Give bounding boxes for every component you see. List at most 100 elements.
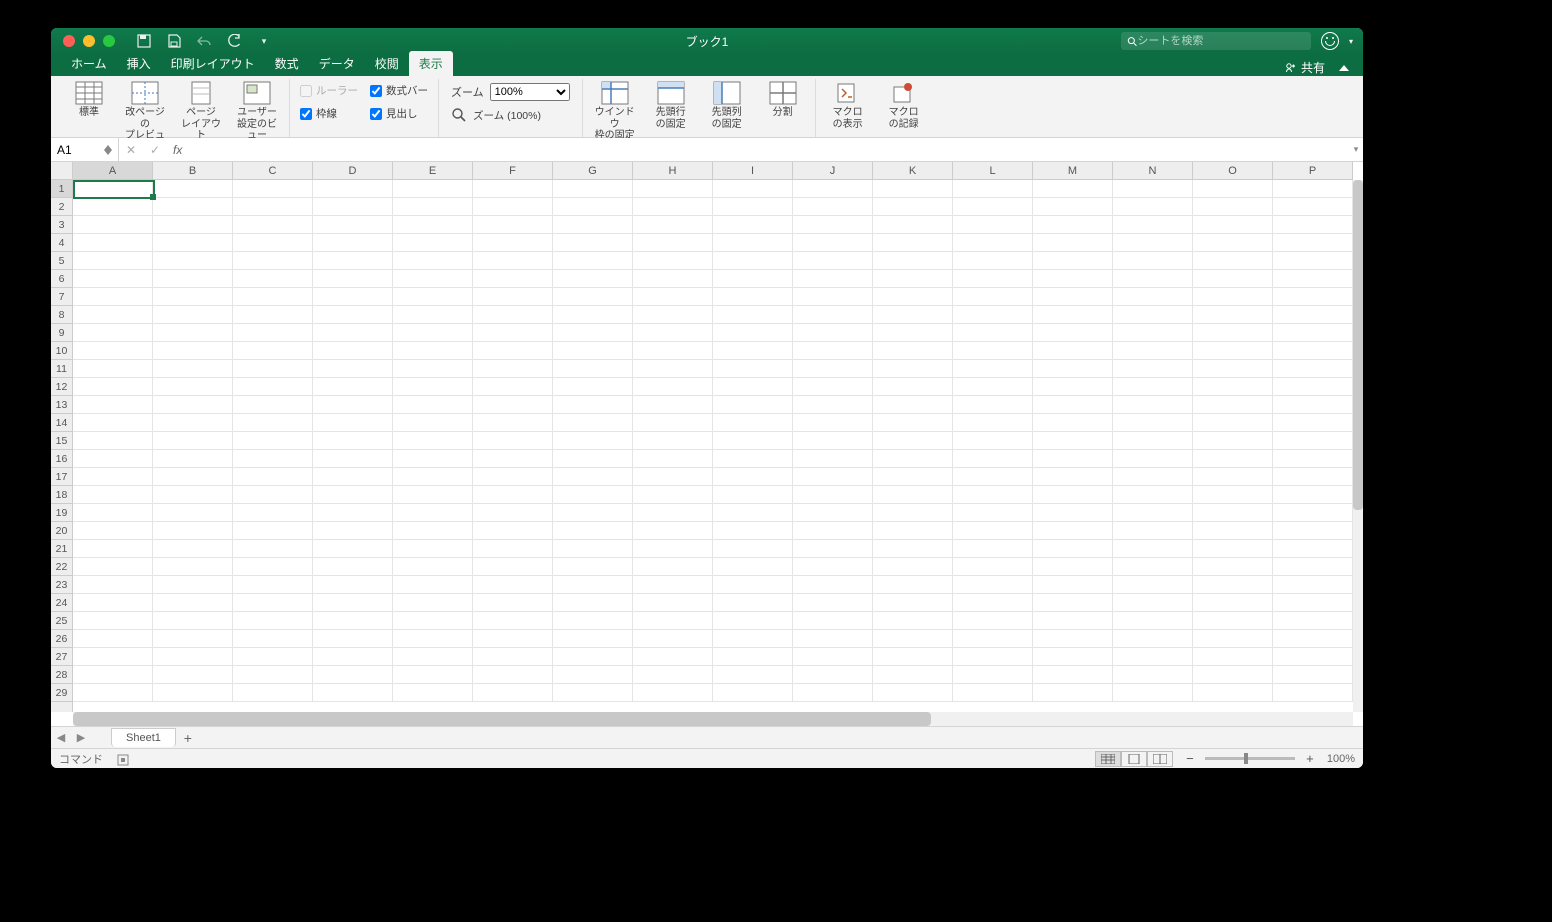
cell[interactable] (1033, 216, 1113, 234)
cell[interactable] (633, 270, 713, 288)
column-header[interactable]: C (233, 162, 313, 179)
cell[interactable] (873, 342, 953, 360)
cell[interactable] (553, 450, 633, 468)
column-header[interactable]: G (553, 162, 633, 179)
cell[interactable] (1113, 486, 1193, 504)
row-header[interactable]: 21 (51, 540, 72, 558)
cell[interactable] (633, 252, 713, 270)
cell[interactable] (473, 612, 553, 630)
cell[interactable] (73, 378, 153, 396)
cell[interactable] (153, 648, 233, 666)
row-header[interactable]: 29 (51, 684, 72, 702)
vertical-scroll-thumb[interactable] (1353, 180, 1363, 510)
cell[interactable] (393, 468, 473, 486)
cell[interactable] (1193, 342, 1273, 360)
cell[interactable] (393, 522, 473, 540)
tab-insert[interactable]: 挿入 (117, 51, 161, 76)
cell[interactable] (313, 540, 393, 558)
cell[interactable] (1193, 270, 1273, 288)
cell[interactable] (473, 486, 553, 504)
cell[interactable] (873, 522, 953, 540)
cell[interactable] (393, 612, 473, 630)
cell[interactable] (313, 450, 393, 468)
cell[interactable] (1193, 414, 1273, 432)
cell[interactable] (233, 576, 313, 594)
cell[interactable] (1193, 234, 1273, 252)
cell[interactable] (1193, 450, 1273, 468)
cell[interactable] (953, 234, 1033, 252)
cell[interactable] (793, 270, 873, 288)
column-header[interactable]: L (953, 162, 1033, 179)
zoom-slider-track[interactable] (1205, 757, 1295, 760)
cell[interactable] (793, 234, 873, 252)
cell[interactable] (313, 288, 393, 306)
cell[interactable] (313, 486, 393, 504)
cell[interactable] (793, 288, 873, 306)
cell[interactable] (1273, 558, 1353, 576)
cell[interactable] (233, 198, 313, 216)
share-button[interactable]: 共有 (1285, 59, 1325, 76)
cell[interactable] (473, 666, 553, 684)
cell[interactable] (1273, 198, 1353, 216)
cell[interactable] (793, 522, 873, 540)
cell[interactable] (233, 216, 313, 234)
cell[interactable] (233, 648, 313, 666)
view-normal-status-button[interactable] (1095, 751, 1121, 767)
cell[interactable] (233, 324, 313, 342)
row-header[interactable]: 13 (51, 396, 72, 414)
cell[interactable] (793, 252, 873, 270)
cell[interactable] (393, 576, 473, 594)
cell[interactable] (73, 306, 153, 324)
sheet-nav-next-icon[interactable]: ▶ (71, 731, 91, 744)
cell[interactable] (713, 306, 793, 324)
cell[interactable] (713, 630, 793, 648)
cell[interactable] (953, 342, 1033, 360)
check-headings[interactable]: 見出し (370, 106, 428, 121)
cell[interactable] (873, 594, 953, 612)
cell[interactable] (233, 684, 313, 702)
cell[interactable] (1193, 468, 1273, 486)
expand-formula-bar-icon[interactable]: ▾ (1349, 144, 1363, 155)
cell[interactable] (313, 612, 393, 630)
formula-input[interactable] (188, 138, 1349, 161)
cell[interactable] (953, 576, 1033, 594)
cell[interactable] (713, 612, 793, 630)
cell[interactable] (553, 198, 633, 216)
cell[interactable] (1033, 630, 1113, 648)
cell[interactable] (1033, 180, 1113, 198)
cell[interactable] (73, 234, 153, 252)
check-formula-bar[interactable]: 数式バー (370, 83, 428, 98)
cell[interactable] (553, 486, 633, 504)
cell[interactable] (1273, 468, 1353, 486)
column-header[interactable]: K (873, 162, 953, 179)
cell[interactable] (1033, 396, 1113, 414)
cell[interactable] (713, 522, 793, 540)
cell[interactable] (313, 270, 393, 288)
cell[interactable] (953, 360, 1033, 378)
split-button[interactable]: 分割 (759, 79, 807, 119)
row-header[interactable]: 28 (51, 666, 72, 684)
cell[interactable] (1113, 522, 1193, 540)
cell[interactable] (153, 612, 233, 630)
cell[interactable] (233, 414, 313, 432)
cell[interactable] (953, 594, 1033, 612)
row-header[interactable]: 24 (51, 594, 72, 612)
close-button[interactable] (63, 35, 75, 47)
cell[interactable] (153, 306, 233, 324)
cell[interactable] (873, 270, 953, 288)
tab-review[interactable]: 校閲 (365, 51, 409, 76)
cell[interactable] (553, 288, 633, 306)
view-page-layout-status-button[interactable] (1121, 751, 1147, 767)
cell[interactable] (633, 306, 713, 324)
cell[interactable] (1273, 450, 1353, 468)
cell[interactable] (1033, 522, 1113, 540)
cell[interactable] (473, 576, 553, 594)
cell[interactable] (73, 360, 153, 378)
cell[interactable] (1273, 252, 1353, 270)
cell[interactable] (713, 684, 793, 702)
cell[interactable] (953, 378, 1033, 396)
feedback-icon[interactable] (1321, 32, 1339, 50)
cell[interactable] (1273, 360, 1353, 378)
cell[interactable] (393, 630, 473, 648)
row-header[interactable]: 10 (51, 342, 72, 360)
